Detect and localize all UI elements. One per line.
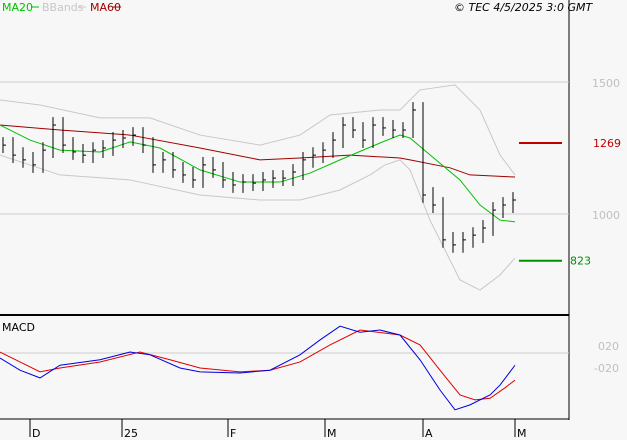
resistance-label: 1269 [593, 137, 621, 150]
legend-ma20: MA20 [2, 1, 33, 14]
x-tick-label: M [517, 427, 527, 440]
x-tick-label: 25 [124, 427, 138, 440]
chart-svg: MA20 BBands MA60 © TEC 4/5/2025 3:0 GMT … [0, 0, 621, 440]
legend-bbands: BBands [42, 1, 84, 14]
macd-signal-line [0, 329, 516, 401]
price-tick-label: 1500 [592, 77, 620, 90]
x-tick-label: F [230, 427, 236, 440]
support-label: 823 [570, 255, 591, 268]
macd-tick-label: 020 [598, 340, 619, 353]
macd-tick-label: -020 [594, 362, 619, 375]
ma20-line [0, 124, 516, 223]
x-tick-label: D [32, 427, 40, 440]
macd-title: MACD [2, 321, 35, 334]
copyright: © TEC 4/5/2025 3:0 GMT [454, 1, 593, 14]
stock-chart: MA20 BBands MA60 © TEC 4/5/2025 3:0 GMT … [0, 0, 627, 440]
bbands-lower-line [0, 154, 516, 291]
price-tick-label: 1000 [592, 209, 620, 222]
x-tick-label: M [327, 427, 337, 440]
x-tick-label: A [425, 427, 433, 440]
